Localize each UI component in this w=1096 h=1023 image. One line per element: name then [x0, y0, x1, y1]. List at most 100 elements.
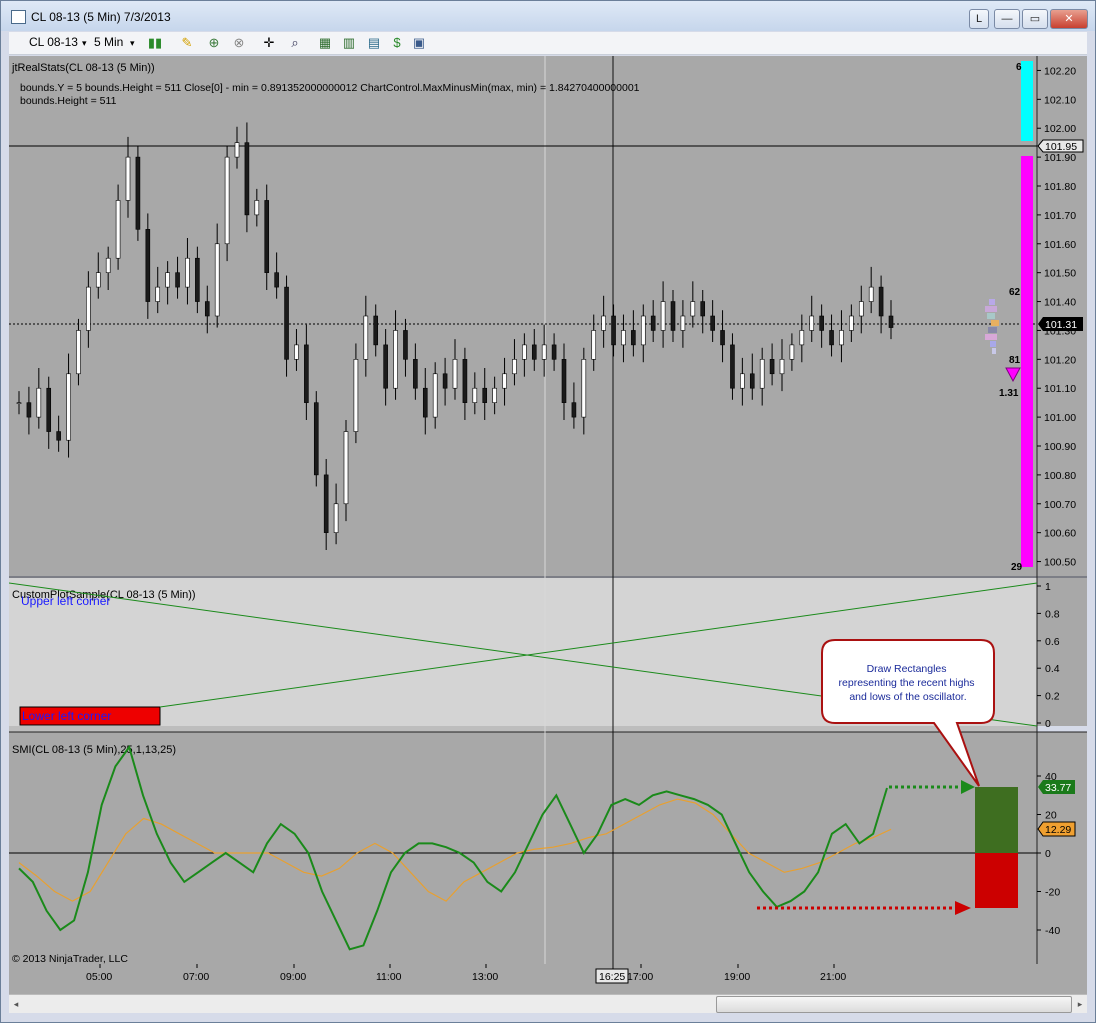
- stat-81-label: 81: [1009, 355, 1021, 366]
- candle-body: [422, 387, 428, 418]
- chevron-down-icon[interactable]: ▾: [130, 38, 135, 49]
- strategy-icon[interactable]: ⊗: [231, 35, 247, 51]
- x-tick-label: 09:00: [280, 971, 306, 983]
- candle-body: [185, 257, 190, 288]
- candle-body: [849, 315, 854, 331]
- price-tick-label: 101.10: [1044, 383, 1076, 395]
- candle-body: [571, 402, 577, 418]
- candle-body: [531, 344, 537, 360]
- stat-62-label: 62: [1009, 287, 1021, 298]
- candle-body: [878, 286, 884, 317]
- crosshair-icon[interactable]: ✛: [261, 35, 277, 51]
- custom-axis-bg: [1037, 578, 1087, 726]
- candle-body: [274, 272, 279, 288]
- indicator-icon[interactable]: ⊕: [206, 35, 222, 51]
- candle-body: [115, 200, 121, 259]
- chart-area[interactable]: jtRealStats(CL 08-13 (5 Min)) bounds.Y =…: [9, 56, 1087, 994]
- candle-body: [155, 286, 161, 302]
- candle-body: [313, 402, 319, 476]
- candle-body: [710, 315, 715, 331]
- candle-body: [264, 200, 270, 273]
- candle-body: [581, 359, 587, 418]
- close-button[interactable]: ✕: [1050, 9, 1088, 29]
- candle-body: [522, 344, 527, 360]
- price-tick-label: 100.50: [1044, 557, 1076, 569]
- candle-body: [294, 344, 299, 360]
- title-bar[interactable]: CL 08-13 (5 Min) 7/3/2013 L — ▭ ✕: [1, 1, 1095, 31]
- candle-body: [809, 315, 815, 331]
- candle-body: [145, 229, 151, 302]
- candle-body: [799, 330, 805, 346]
- candle-body: [204, 301, 210, 317]
- candle-body: [175, 272, 180, 288]
- candle-body: [829, 330, 834, 346]
- maximize-button[interactable]: ▭: [1022, 9, 1048, 29]
- candle-body: [105, 257, 111, 273]
- lower-left-corner-label: Lower left corner: [22, 709, 111, 723]
- x-tick-label: 07:00: [183, 971, 209, 983]
- candle-body: [442, 373, 448, 389]
- price-indicator-label: jtRealStats(CL 08-13 (5 Min)): [11, 62, 155, 74]
- smi-tick-label: 20: [1045, 810, 1057, 822]
- candle-body: [868, 286, 874, 302]
- candle-body: [353, 359, 359, 432]
- chevron-down-icon[interactable]: ▾: [82, 38, 87, 49]
- candle-body: [214, 243, 220, 317]
- chart-properties-icon[interactable]: ▥: [341, 35, 357, 51]
- price-tick-label: 100.60: [1044, 528, 1076, 540]
- x-axis-bg: [9, 964, 1087, 994]
- price-tick-label: 101.00: [1044, 412, 1076, 424]
- window-layout-icon[interactable]: ▣: [411, 35, 427, 51]
- stat-bottom-label: 29: [1011, 562, 1023, 573]
- candle-body: [700, 301, 706, 317]
- candle-body: [769, 359, 775, 375]
- candle-body: [125, 156, 131, 201]
- candle-body: [284, 286, 289, 360]
- candle-body: [541, 344, 547, 360]
- candle-body: [135, 156, 141, 230]
- data-box-icon[interactable]: ▦: [317, 35, 333, 51]
- candle-body: [640, 315, 646, 346]
- candle-body: [551, 344, 557, 360]
- svg-text:33.77: 33.77: [1045, 782, 1071, 794]
- candle-body: [66, 373, 71, 441]
- candle-body: [482, 387, 488, 403]
- magnifier-icon[interactable]: ⌕: [287, 35, 303, 51]
- candle-body: [819, 315, 824, 331]
- chart-window-icon: [11, 10, 26, 24]
- candle-body: [591, 330, 597, 360]
- candle-body: [680, 315, 686, 331]
- link-button[interactable]: L: [969, 9, 989, 29]
- candle-body: [631, 330, 636, 346]
- cyan-stat-bar: [1021, 61, 1033, 141]
- svg-text:101.95: 101.95: [1045, 141, 1077, 153]
- scroll-thumb[interactable]: [716, 996, 1072, 1013]
- templates-icon[interactable]: ▤: [366, 35, 382, 51]
- scroll-right-arrow[interactable]: ▸: [1073, 996, 1087, 1012]
- candle-body: [393, 330, 398, 389]
- candle-body: [452, 359, 458, 389]
- candle-body: [413, 359, 418, 389]
- svg-text:101.31: 101.31: [1045, 319, 1077, 331]
- candlestick-icon[interactable]: ▮▮: [147, 35, 163, 51]
- candle-body: [383, 344, 388, 389]
- x-tick-label: 05:00: [86, 971, 112, 983]
- scroll-left-arrow[interactable]: ◂: [9, 996, 23, 1012]
- price-tick-label: 100.70: [1044, 499, 1076, 511]
- candle-body: [749, 373, 755, 389]
- instrument-selector[interactable]: CL 08-13: [29, 35, 78, 49]
- pencil-icon[interactable]: ✎: [179, 35, 195, 51]
- dollar-icon[interactable]: $: [389, 35, 405, 51]
- price-tick-label: 100.80: [1044, 470, 1076, 482]
- price-tick-label: 101.50: [1044, 268, 1076, 280]
- candle-body: [95, 272, 101, 288]
- magenta-stat-bar: [1021, 156, 1033, 567]
- candle-body: [403, 330, 408, 360]
- interval-selector[interactable]: 5 Min: [94, 35, 123, 49]
- candle-body: [224, 156, 230, 245]
- minimize-button[interactable]: —: [994, 9, 1020, 29]
- custom-tick-label: 0.2: [1045, 691, 1060, 703]
- candle-body: [621, 330, 626, 346]
- horizontal-scrollbar[interactable]: ◂ ▸: [9, 994, 1087, 1013]
- price-tick-label: 102.10: [1044, 94, 1076, 106]
